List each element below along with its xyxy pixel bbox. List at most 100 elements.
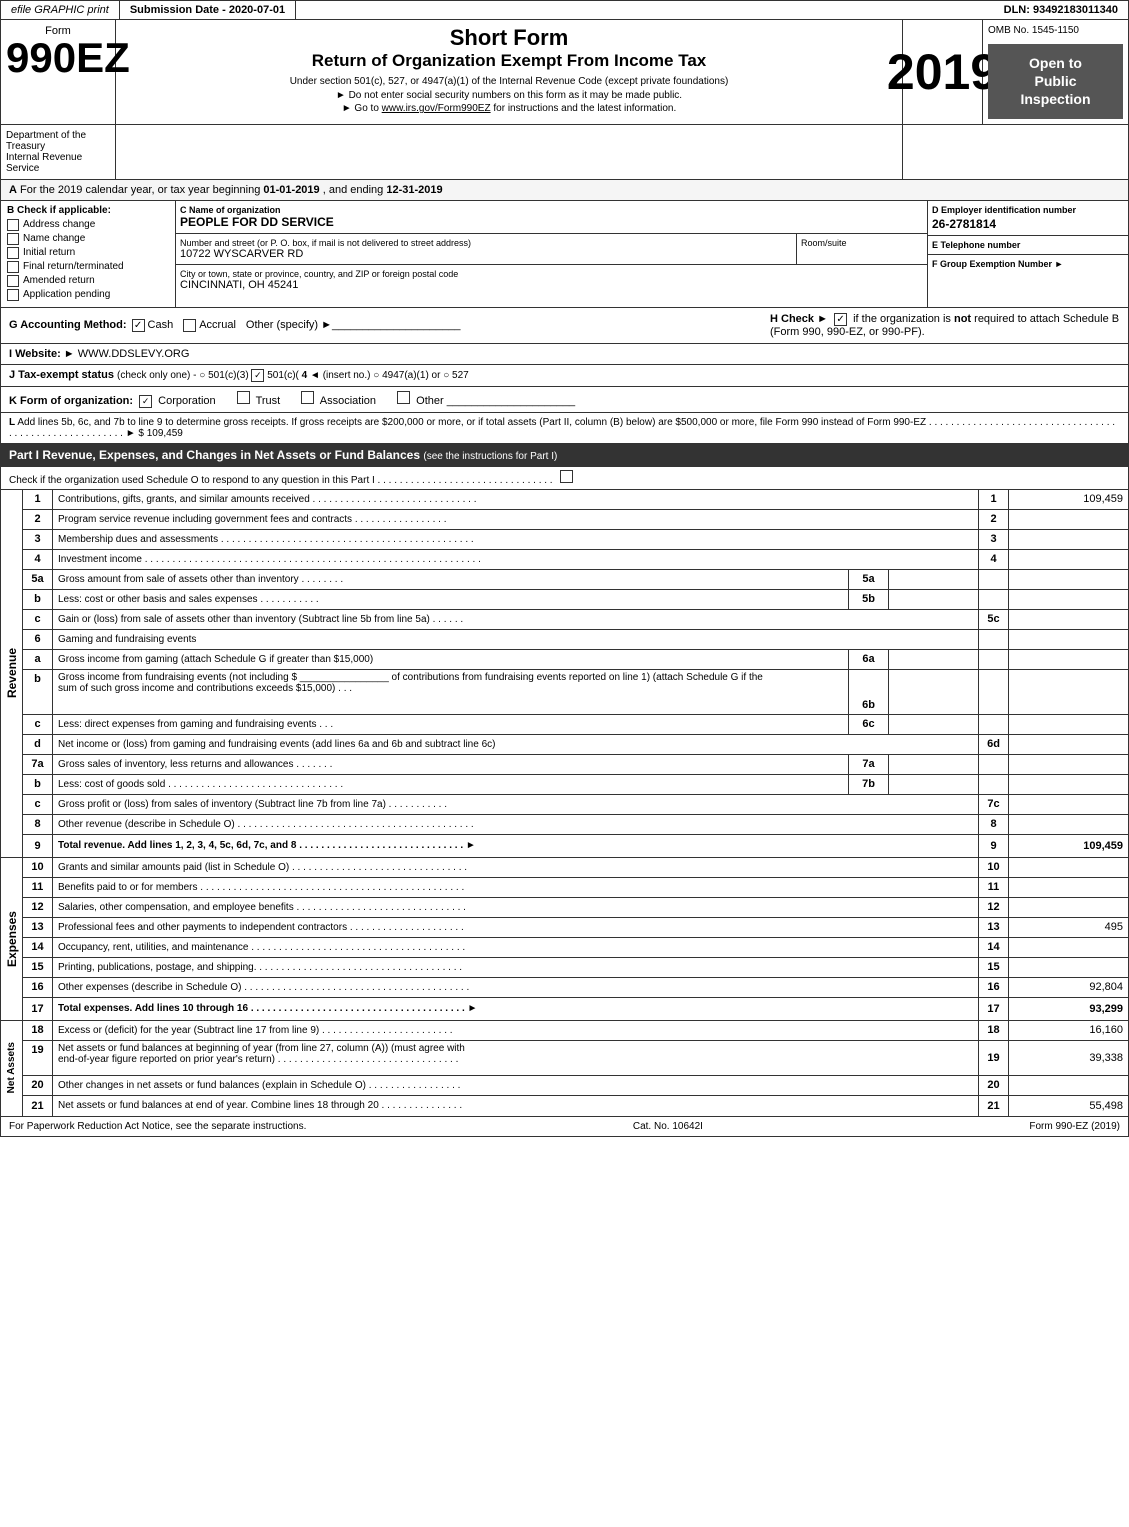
net-assets-sidebar: Net Assets <box>1 1021 23 1116</box>
line-5b-sub-amount <box>888 590 978 609</box>
line-1-ref: 1 <box>978 490 1008 509</box>
dept-name: Department of the Treasury <box>6 130 110 152</box>
year-box: 2019 <box>903 20 983 124</box>
section-a-label: A <box>9 184 17 196</box>
accrual-checkbox[interactable] <box>183 319 196 332</box>
address-label: Number and street (or P. O. box, if mail… <box>180 238 792 248</box>
line-9-ref: 9 <box>978 835 1008 857</box>
line-8-row: 8 Other revenue (describe in Schedule O)… <box>23 815 1128 835</box>
line-5a-row: 5a Gross amount from sale of assets othe… <box>23 570 1128 590</box>
line-21-row: 21 Net assets or fund balances at end of… <box>23 1096 1128 1116</box>
line-13-num: 13 <box>23 918 53 937</box>
line-11-ref: 11 <box>978 878 1008 897</box>
line-6a-ref <box>978 650 1008 669</box>
line-20-ref: 20 <box>978 1076 1008 1095</box>
cash-checkbox[interactable]: ✓ <box>132 319 145 332</box>
line-8-num: 8 <box>23 815 53 834</box>
line-17-row: 17 Total expenses. Add lines 10 through … <box>23 998 1128 1020</box>
corp-checkbox[interactable]: ✓ <box>139 395 152 408</box>
line-6-label: Gaming and fundraising events <box>53 632 978 647</box>
line-15-label: Printing, publications, postage, and shi… <box>53 960 978 975</box>
line-16-num: 16 <box>23 978 53 997</box>
line-17-num: 17 <box>23 998 53 1020</box>
part-i-label: Part I <box>9 448 39 462</box>
line-10-amount <box>1008 858 1128 877</box>
org-name-block: C Name of organization PEOPLE FOR DD SER… <box>176 201 927 234</box>
under-section: Under section 501(c), 527, or 4947(a)(1)… <box>126 76 892 87</box>
line-19-num: 19 <box>23 1041 53 1075</box>
line-1-amount: 109,459 <box>1008 490 1128 509</box>
final-label: Final return/terminated <box>23 261 124 272</box>
line-7a-num: 7a <box>23 755 53 774</box>
line-8-label: Other revenue (describe in Schedule O) .… <box>53 817 978 832</box>
footer-cat: Cat. No. 10642I <box>633 1121 703 1132</box>
pending-label: Application pending <box>23 289 110 300</box>
initial-checkbox[interactable] <box>7 247 19 259</box>
phone-block: E Telephone number <box>928 236 1128 255</box>
trust-checkbox[interactable] <box>237 391 250 404</box>
line-6b-num: b <box>23 670 53 714</box>
l-text: L Add lines 5b, 6c, and 7b to line 9 to … <box>9 417 1115 439</box>
j-text: (check only one) - ○ 501(c)(3) ✓ 501(c)(… <box>117 370 469 381</box>
checkbox-amended: Amended return <box>7 275 169 287</box>
line-16-label: Other expenses (describe in Schedule O) … <box>53 980 978 995</box>
section-i-row: I Website: ► WWW.DDSLEVY.ORG <box>0 344 1129 365</box>
city-value: CINCINNATI, OH 45241 <box>180 279 923 291</box>
pending-checkbox[interactable] <box>7 289 19 301</box>
line-7a-ref <box>978 755 1008 774</box>
checkbox-final: Final return/terminated <box>7 261 169 273</box>
line-13-ref: 13 <box>978 918 1008 937</box>
trust-label: Trust <box>256 395 281 407</box>
h-checkbox[interactable]: ✓ <box>834 313 847 326</box>
form-990ez: 990EZ <box>6 37 110 79</box>
accrual-label: Accrual <box>199 319 236 331</box>
submission-date: Submission Date - 2020-07-01 <box>120 1 296 19</box>
line-6c-row: c Less: direct expenses from gaming and … <box>23 715 1128 735</box>
line-5b-ref <box>978 590 1008 609</box>
schedule-o-checkbox[interactable] <box>560 470 573 483</box>
name-checkbox[interactable] <box>7 233 19 245</box>
line-12-num: 12 <box>23 898 53 917</box>
other-org-label: Other _____________________ <box>416 395 575 407</box>
line-17-amount: 93,299 <box>1008 998 1128 1020</box>
h-label: H Check ► <box>770 313 828 325</box>
open-to-public: Open toPublicInspection <box>988 44 1123 119</box>
line-21-label: Net assets or fund balances at end of ye… <box>53 1098 978 1113</box>
line-9-amount: 109,459 <box>1008 835 1128 857</box>
final-checkbox[interactable] <box>7 261 19 273</box>
line-7c-ref: 7c <box>978 795 1008 814</box>
net-assets-label: Net Assets <box>6 1042 17 1093</box>
501c4-checkbox[interactable]: ✓ <box>251 369 264 382</box>
line-20-num: 20 <box>23 1076 53 1095</box>
line-6c-num: c <box>23 715 53 734</box>
section-a-text: For the 2019 calendar year, or tax year … <box>20 184 443 196</box>
line-5b-row: b Less: cost or other basis and sales ex… <box>23 590 1128 610</box>
line-12-ref: 12 <box>978 898 1008 917</box>
address-checkbox[interactable] <box>7 219 19 231</box>
other-org-checkbox[interactable] <box>397 391 410 404</box>
assoc-checkbox[interactable] <box>301 391 314 404</box>
line-6a-label: Gross income from gaming (attach Schedul… <box>53 652 848 667</box>
line-6c-sub: 6c <box>848 715 888 734</box>
line-15-amount <box>1008 958 1128 977</box>
line-7a-amount <box>1008 755 1128 774</box>
room-label: Room/suite <box>801 238 923 248</box>
line-19-ref: 19 <box>978 1041 1008 1075</box>
line-6a-sub-amount <box>888 650 978 669</box>
line-5a-sub-amount <box>888 570 978 589</box>
line-5a-label: Gross amount from sale of assets other t… <box>53 572 848 587</box>
line-5b-num: b <box>23 590 53 609</box>
line-7a-sub: 7a <box>848 755 888 774</box>
line-7b-ref <box>978 775 1008 794</box>
e-label: E Telephone number <box>932 240 1124 250</box>
line-12-amount <box>1008 898 1128 917</box>
line-6d-num: d <box>23 735 53 754</box>
amended-checkbox[interactable] <box>7 275 19 287</box>
revenue-section: Revenue 1 Contributions, gifts, grants, … <box>0 490 1129 858</box>
omb-label: OMB No. 1545-1150 <box>988 25 1123 36</box>
line-5a-ref <box>978 570 1008 589</box>
revenue-sidebar: Revenue <box>1 490 23 857</box>
footer-left: For Paperwork Reduction Act Notice, see … <box>9 1121 306 1132</box>
dept-row: Department of the Treasury Internal Reve… <box>0 125 1129 180</box>
line-5c-ref: 5c <box>978 610 1008 629</box>
